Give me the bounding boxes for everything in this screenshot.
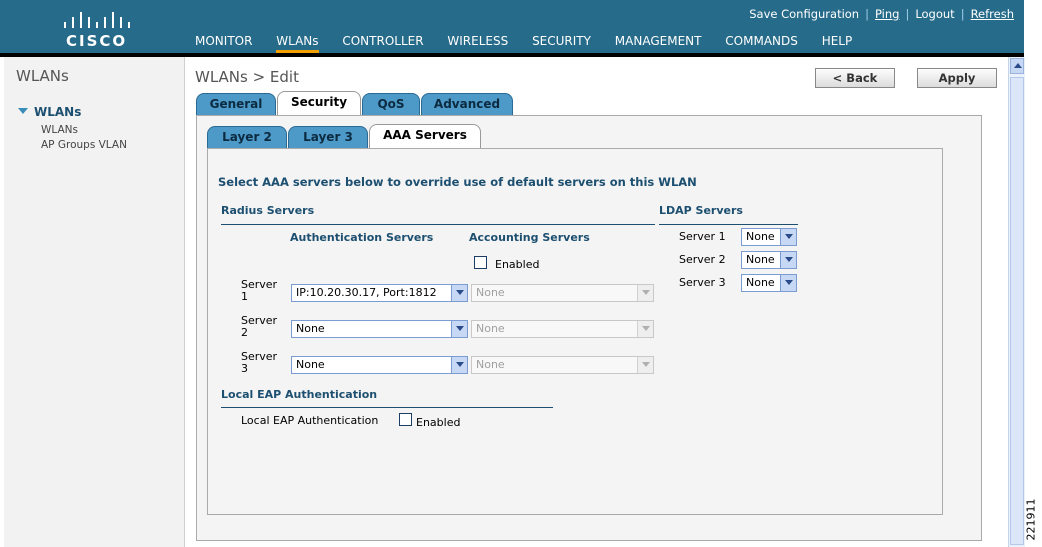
tab-aaa-servers[interactable]: AAA Servers <box>369 124 481 148</box>
apply-button[interactable]: Apply <box>917 68 997 88</box>
nav-wlans[interactable]: WLANs <box>276 34 319 53</box>
refresh-link[interactable]: Refresh <box>971 7 1014 21</box>
aaa-servers-panel: Select AAA servers below to override use… <box>207 148 943 515</box>
ldap-server-1-value: None <box>746 230 775 243</box>
acct-server-1-select: None <box>471 284 654 302</box>
acct-server-3-select: None <box>471 356 654 374</box>
cisco-bars-icon <box>64 12 130 28</box>
figure-id-text: 221911 <box>1024 498 1038 541</box>
ldap-server-1-select[interactable]: None <box>741 228 797 246</box>
security-panel: Layer 2 Layer 3 AAA Servers Select AAA s… <box>196 115 982 541</box>
chevron-down-icon <box>780 229 796 245</box>
local-eap-heading: Local EAP Authentication <box>221 388 378 401</box>
nav-security[interactable]: SECURITY <box>532 34 591 48</box>
aaa-intro-text: Select AAA servers below to override use… <box>218 175 697 189</box>
nav-management[interactable]: MANAGEMENT <box>615 34 702 48</box>
ldap-server-1-label: Server 1 <box>679 230 726 243</box>
sidebar-group-label: WLANs <box>34 105 82 119</box>
auth-server-3-value: None <box>296 358 325 371</box>
nav-controller[interactable]: CONTROLLER <box>342 34 423 48</box>
auth-server-1-select[interactable]: IP:10.20.30.17, Port:1812 <box>291 284 468 302</box>
chevron-down-icon <box>780 252 796 268</box>
nav-wireless[interactable]: WIRELESS <box>447 34 508 48</box>
chevron-down-icon <box>637 321 653 337</box>
chevron-down-icon <box>451 285 467 301</box>
sidebar-item-ap-groups-vlan[interactable]: AP Groups VLAN <box>41 139 127 151</box>
ldap-divider <box>659 224 798 225</box>
auth-server-2-value: None <box>296 322 325 335</box>
ldap-server-2-select[interactable]: None <box>741 251 797 269</box>
scroll-up-icon[interactable] <box>1010 58 1024 74</box>
sidebar-item-wlans[interactable]: WLANs <box>41 124 78 136</box>
chevron-down-icon <box>637 357 653 373</box>
accounting-enabled-checkbox[interactable] <box>474 256 487 269</box>
ldap-server-2-value: None <box>746 253 775 266</box>
nav-help[interactable]: HELP <box>822 34 853 48</box>
expand-triangle-icon <box>18 108 28 114</box>
chevron-down-icon <box>780 275 796 291</box>
radius-server-3-label: Server 3 <box>241 350 278 375</box>
logout-link[interactable]: Logout <box>915 7 954 21</box>
cisco-logo: CISCO <box>58 8 138 50</box>
acct-server-2-select: None <box>471 320 654 338</box>
accounting-enabled-label: Enabled <box>495 258 540 271</box>
sidebar: WLANs WLANs WLANs AP Groups VLAN <box>4 57 185 547</box>
back-button[interactable]: < Back <box>815 68 895 88</box>
figure-id: 221911 <box>1024 495 1042 545</box>
acct-server-2-value: None <box>476 322 505 335</box>
accounting-servers-heading: Accounting Servers <box>469 231 590 244</box>
ping-link[interactable]: Ping <box>875 7 899 21</box>
logo-text: CISCO <box>66 32 128 50</box>
radius-server-2-label: Server 2 <box>241 314 278 339</box>
ldap-servers-heading: LDAP Servers <box>659 204 743 217</box>
chevron-down-icon <box>451 321 467 337</box>
radius-server-1-label: Server 1 <box>241 278 278 303</box>
ldap-server-3-label: Server 3 <box>679 276 726 289</box>
vertical-scrollbar[interactable] <box>1008 57 1025 547</box>
authentication-servers-heading: Authentication Servers <box>290 231 434 244</box>
tab-advanced[interactable]: Advanced <box>421 93 513 115</box>
local-eap-divider <box>221 407 553 408</box>
chevron-down-icon <box>451 357 467 373</box>
radius-servers-heading: Radius Servers <box>221 204 315 217</box>
ldap-server-2-label: Server 2 <box>679 253 726 266</box>
local-eap-enabled-checkbox[interactable] <box>399 413 412 426</box>
acct-server-1-value: None <box>476 286 505 299</box>
radius-divider <box>221 224 655 225</box>
nav-commands[interactable]: COMMANDS <box>725 34 798 48</box>
ldap-server-3-select[interactable]: None <box>741 274 797 292</box>
tab-general[interactable]: General <box>196 93 276 115</box>
sidebar-title: WLANs <box>16 67 69 85</box>
local-eap-label: Local EAP Authentication <box>241 414 379 427</box>
main-content: WLANs > Edit < Back Apply General Securi… <box>185 57 1008 547</box>
utility-links: Save Configuration | Ping | Logout | Refresh <box>749 7 1014 21</box>
tab-qos[interactable]: QoS <box>362 93 420 115</box>
tab-layer-2[interactable]: Layer 2 <box>207 126 287 148</box>
chevron-down-icon <box>637 285 653 301</box>
nav-monitor[interactable]: MONITOR <box>195 34 252 48</box>
auth-server-3-select[interactable]: None <box>291 356 468 374</box>
tab-layer-3[interactable]: Layer 3 <box>288 126 368 148</box>
ldap-server-3-value: None <box>746 276 775 289</box>
top-header: CISCO Save Configuration | Ping | Logout | Ref… <box>0 0 1024 57</box>
main-nav: MONITOR WLANs CONTROLLER WIRELESS SECURI… <box>195 34 872 53</box>
scroll-thumb[interactable] <box>1010 77 1024 545</box>
auth-server-2-select[interactable]: None <box>291 320 468 338</box>
tab-security[interactable]: Security <box>277 91 361 115</box>
auth-server-1-value: IP:10.20.30.17, Port:1812 <box>296 286 437 299</box>
local-eap-enabled-label: Enabled <box>416 416 461 429</box>
save-configuration-link[interactable]: Save Configuration <box>749 7 859 21</box>
acct-server-3-value: None <box>476 358 505 371</box>
page-title: WLANs > Edit <box>195 68 299 86</box>
sidebar-group-wlans[interactable]: WLANs <box>18 105 81 119</box>
